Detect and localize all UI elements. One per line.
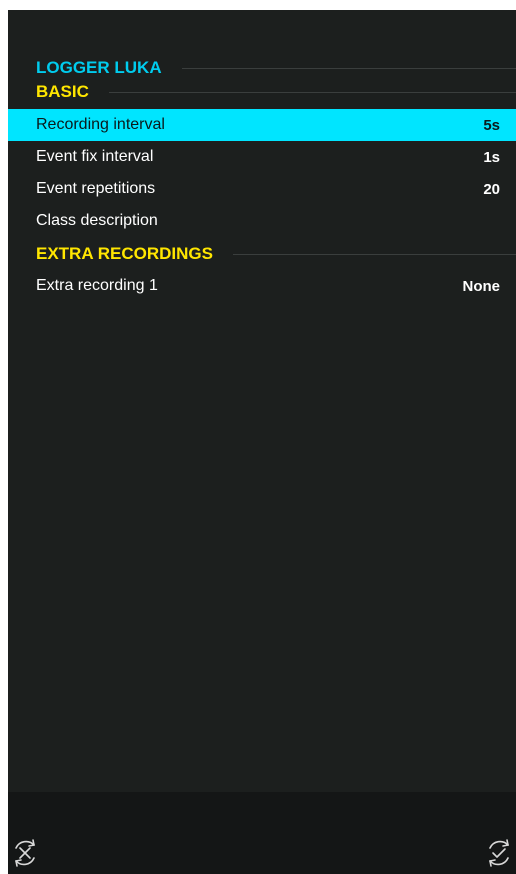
cancel-sync-icon[interactable] <box>8 836 42 870</box>
section-header-extra-recordings: EXTRA RECORDINGS <box>8 244 516 264</box>
setting-row-event-fix-interval[interactable]: Event fix interval 1s <box>8 141 516 173</box>
setting-label: Extra recording 1 <box>36 277 158 294</box>
header-divider <box>181 67 516 69</box>
setting-label: Class description <box>36 212 158 229</box>
section-title-basic: BASIC <box>36 82 89 101</box>
section-divider <box>108 91 516 93</box>
setting-value: 1s <box>483 148 500 166</box>
setting-value: 20 <box>483 180 500 198</box>
section-divider <box>232 253 516 255</box>
section-title-extra: EXTRA RECORDINGS <box>36 244 213 263</box>
setting-row-extra-recording-1[interactable]: Extra recording 1 None <box>8 270 516 302</box>
section-header-basic: BASIC <box>8 82 516 102</box>
settings-screen: LOGGER LUKA BASIC Recording interval 5s … <box>8 10 516 874</box>
confirm-sync-icon[interactable] <box>482 836 516 870</box>
setting-row-event-repetitions[interactable]: Event repetitions 20 <box>8 173 516 205</box>
setting-value: 5s <box>483 116 500 134</box>
setting-row-recording-interval[interactable]: Recording interval 5s <box>8 109 516 141</box>
device-title: LOGGER LUKA <box>36 58 162 77</box>
setting-row-class-description[interactable]: Class description <box>8 205 516 237</box>
bottom-action-bar <box>8 792 516 874</box>
setting-value: None <box>462 277 501 295</box>
setting-label: Recording interval <box>36 116 165 133</box>
setting-label: Event repetitions <box>36 180 156 197</box>
device-header: LOGGER LUKA <box>8 58 516 78</box>
setting-label: Event fix interval <box>36 148 154 165</box>
